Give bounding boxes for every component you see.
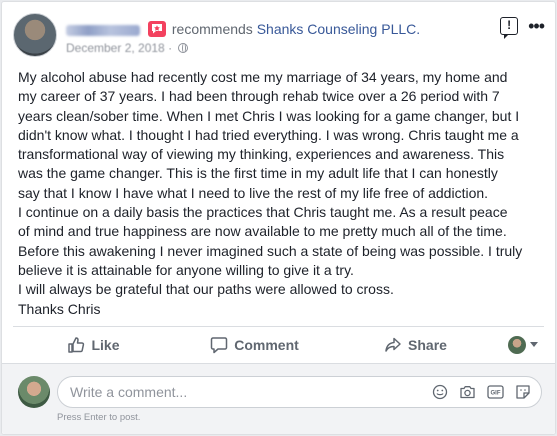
post-line: My alcohol abuse had recently cost me my…	[18, 69, 508, 85]
like-label: Like	[91, 336, 120, 353]
post-body: My alcohol abuse had recently cost me my…	[18, 68, 546, 319]
chevron-down-icon	[530, 342, 538, 347]
post-options: ! •••	[500, 17, 545, 39]
post-line: I will always be grateful that our paths…	[18, 281, 394, 298]
comment-composer: GIF Press Enter to post.	[2, 363, 555, 434]
post-line: say that I know I have what I need to li…	[18, 184, 489, 201]
post-line: of mind and true happiness are now avail…	[18, 223, 507, 240]
share-label: Share	[408, 336, 447, 353]
meta-separator: ·	[168, 41, 173, 55]
report-icon[interactable]: !	[500, 17, 519, 39]
recommends-label: recommends	[171, 21, 253, 37]
like-icon	[67, 336, 85, 354]
comment-input[interactable]	[70, 377, 410, 407]
sticker-icon[interactable]	[515, 384, 531, 405]
post-line: didn't know what. I thought I had tried …	[18, 126, 519, 143]
post-card: recommends Shanks Counseling PLLC. Decem…	[1, 1, 556, 435]
post-line: Thanks Chris	[18, 300, 101, 317]
post-line: transformational way of viewing my think…	[18, 146, 505, 163]
post-line: was the game changer. This is the first …	[18, 165, 498, 182]
author-avatar[interactable]	[13, 13, 57, 57]
viewer-avatar[interactable]	[18, 376, 50, 408]
mini-avatar	[508, 335, 526, 354]
post-meta: December 2, 2018 ·	[66, 41, 189, 55]
post-line: believe it is attainable for anyone will…	[18, 261, 354, 278]
post-line: Before this awakening I never imagined s…	[18, 242, 523, 259]
comment-tools: GIF	[432, 384, 531, 405]
comment-label: Comment	[234, 336, 299, 353]
post-line: my career of 37 years. I had been throug…	[18, 88, 500, 105]
post-as-selector[interactable]	[496, 335, 544, 354]
share-button[interactable]: Share	[335, 329, 496, 361]
post-date[interactable]: December 2, 2018	[66, 41, 165, 55]
author-name-redacted[interactable]	[66, 24, 140, 36]
camera-icon[interactable]	[459, 384, 476, 405]
more-icon[interactable]: •••	[528, 17, 545, 35]
gif-icon[interactable]: GIF	[487, 384, 504, 405]
like-button[interactable]: Like	[13, 329, 174, 361]
svg-text:GIF: GIF	[491, 391, 501, 397]
comment-icon	[210, 336, 228, 354]
author-line: recommends Shanks Counseling PLLC.	[66, 21, 420, 37]
comment-button[interactable]: Comment	[174, 329, 335, 361]
recommend-icon	[147, 21, 166, 37]
page-name-link[interactable]: Shanks Counseling PLLC.	[257, 21, 420, 37]
post-header: recommends Shanks Counseling PLLC. Decem…	[13, 13, 545, 59]
emoji-icon[interactable]	[432, 384, 448, 405]
globe-icon[interactable]	[178, 43, 189, 53]
post-line: years clean/sober time. When I met Chris…	[18, 107, 520, 124]
press-enter-hint: Press Enter to post.	[57, 412, 141, 423]
post-line: I continue on a daily basis the practice…	[18, 204, 508, 221]
action-bar: Like Comment Share	[13, 326, 544, 362]
comment-box[interactable]: GIF	[57, 376, 542, 408]
share-icon	[384, 336, 402, 354]
